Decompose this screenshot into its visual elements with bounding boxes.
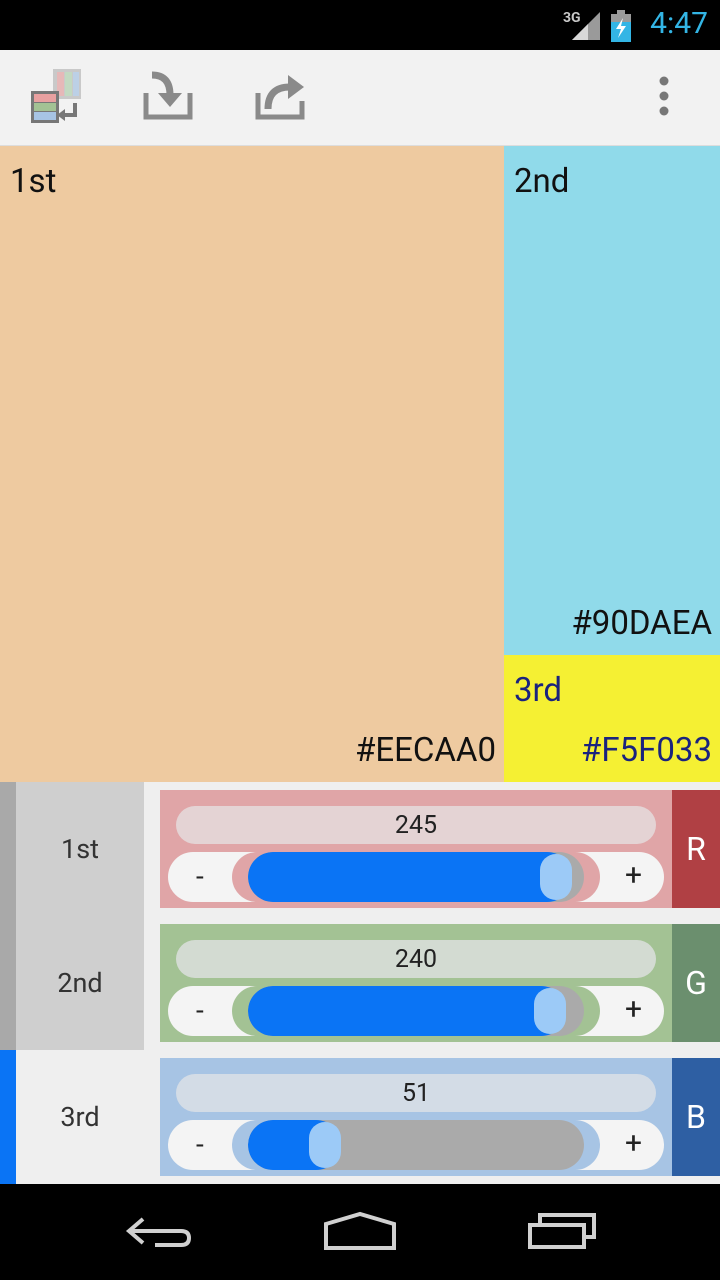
slider-track-bg [232, 986, 600, 1036]
increment-button[interactable]: + [625, 858, 642, 893]
import-button[interactable] [138, 68, 198, 128]
panel-hex-value: #90DAEA [571, 604, 712, 643]
home-button[interactable] [315, 1208, 405, 1258]
battery-icon [610, 10, 632, 46]
panel-label: 2nd [514, 162, 570, 201]
channel-tag: B [672, 1058, 720, 1176]
channel-blue: 51 - + B [160, 1058, 720, 1176]
decrement-button[interactable]: - [196, 1128, 204, 1161]
swap-colors-button[interactable] [26, 68, 86, 128]
channel-tag: R [672, 790, 720, 908]
selector-item-3rd[interactable]: 3rd [16, 1050, 144, 1184]
panel-label: 1st [10, 162, 57, 201]
channel-value[interactable]: 51 [176, 1074, 656, 1112]
status-bar: 3G 4:47 [0, 0, 720, 50]
slider-track-bg [232, 1120, 600, 1170]
color-panel-2nd[interactable]: 2nd #90DAEA [504, 146, 720, 655]
slider-thumb[interactable] [309, 1122, 341, 1168]
slider-rail[interactable] [248, 1120, 584, 1170]
slider-container: - + [168, 986, 664, 1036]
channel-value[interactable]: 245 [176, 806, 656, 844]
color-panel-1st[interactable]: 1st #EECAA0 [0, 146, 504, 782]
action-bar [0, 50, 720, 146]
slider-container: - + [168, 1120, 664, 1170]
color-panel-3rd[interactable]: 3rd #F5F033 [504, 655, 720, 782]
share-icon [254, 71, 306, 125]
channel-red: 245 - + R [160, 790, 720, 908]
increment-button[interactable]: + [625, 992, 642, 1027]
slider-thumb[interactable] [540, 854, 572, 900]
clock: 4:47 [650, 6, 708, 41]
overflow-menu-button[interactable] [634, 68, 694, 128]
channel-tag: G [672, 924, 720, 1042]
recent-apps-icon [526, 1211, 598, 1255]
selector-item-1st[interactable]: 1st [16, 782, 144, 916]
slider-track-bg [232, 852, 600, 902]
overflow-menu-icon [658, 76, 670, 120]
signal-icon [570, 10, 602, 44]
decrement-button[interactable]: - [196, 994, 204, 1027]
channel-green: 240 - + G [160, 924, 720, 1042]
slider-thumb[interactable] [534, 988, 566, 1034]
channel-value[interactable]: 240 [176, 940, 656, 978]
import-icon [142, 71, 194, 125]
selector-indicator-inactive [0, 782, 16, 1050]
back-icon [125, 1211, 195, 1255]
share-button[interactable] [250, 68, 310, 128]
navigation-bar [0, 1184, 720, 1280]
selector-item-2nd[interactable]: 2nd [16, 916, 144, 1050]
back-button[interactable] [115, 1208, 205, 1258]
slider-fill [248, 986, 566, 1036]
recent-apps-button[interactable] [517, 1208, 607, 1258]
panel-label: 3rd [514, 671, 563, 710]
panel-hex-value: #F5F033 [581, 731, 712, 770]
selector-indicator-active [0, 1050, 16, 1184]
home-icon [322, 1210, 398, 1256]
increment-button[interactable]: + [625, 1126, 642, 1161]
panel-hex-value: #EECAA0 [355, 731, 496, 770]
slider-fill [248, 852, 572, 902]
slider-rail[interactable] [248, 852, 584, 902]
color-controls: 1st 2nd 3rd 245 - + R 240 - + G 51 - + B [0, 782, 720, 1184]
swap-colors-icon [27, 67, 85, 129]
slider-container: - + [168, 852, 664, 902]
decrement-button[interactable]: - [196, 860, 204, 893]
